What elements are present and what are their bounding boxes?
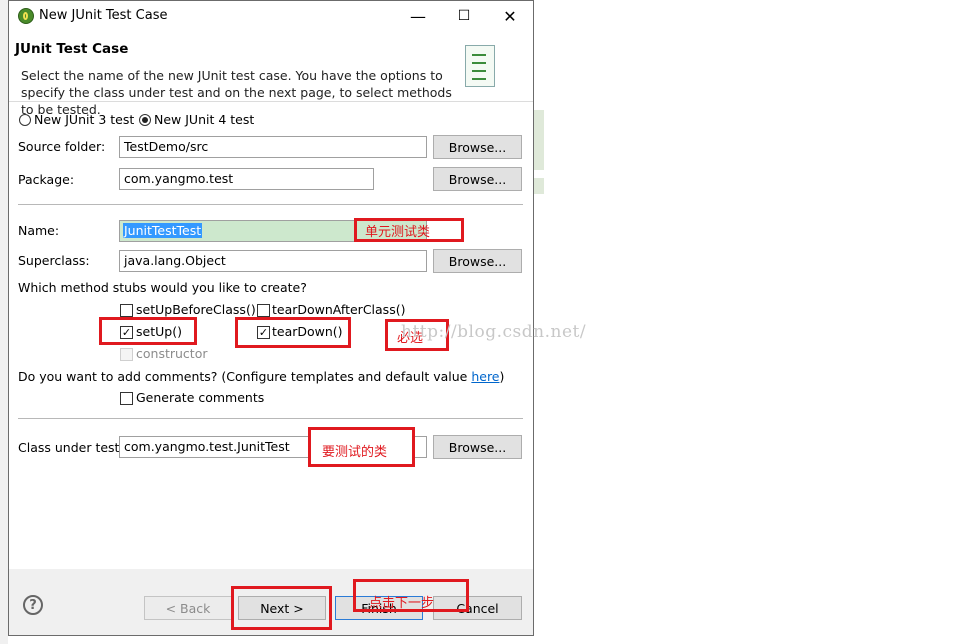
minimize-button[interactable]: — bbox=[395, 1, 441, 31]
class-under-test-label: Class under test: bbox=[18, 440, 124, 455]
annotation-box-teardown bbox=[235, 317, 351, 348]
superclass-input[interactable]: java.lang.Object bbox=[119, 250, 427, 272]
annotation-box-setup bbox=[99, 317, 197, 345]
annotation-unit-test-class: 单元测试类 bbox=[365, 225, 431, 240]
package-input[interactable]: com.yangmo.test bbox=[119, 168, 374, 190]
comments-question-text: Do you want to add comments? (Configure … bbox=[18, 369, 468, 384]
annotation-class-to-test: 要测试的类 bbox=[322, 445, 388, 460]
junit4-label[interactable]: New JUnit 4 test bbox=[154, 112, 254, 127]
wizard-footer: ? < Back Next > Finish Cancel 点击下一步 bbox=[9, 569, 533, 635]
constructor-label: constructor bbox=[136, 346, 208, 361]
source-folder-label: Source folder: bbox=[18, 139, 106, 154]
teardownafterclass-checkbox[interactable] bbox=[257, 304, 270, 317]
setupbeforeclass-checkbox[interactable] bbox=[120, 304, 133, 317]
class-under-test-browse-button[interactable]: Browse... bbox=[433, 435, 522, 459]
junit3-radio[interactable] bbox=[19, 114, 31, 126]
source-folder-browse-button[interactable]: Browse... bbox=[433, 135, 522, 159]
superclass-label: Superclass: bbox=[18, 253, 90, 268]
annotation-click-next: 点击下一步 bbox=[369, 596, 435, 611]
constructor-checkbox bbox=[120, 348, 133, 361]
superclass-browse-button[interactable]: Browse... bbox=[433, 249, 522, 273]
back-button: < Back bbox=[144, 596, 232, 620]
window-title: New JUnit Test Case bbox=[39, 8, 168, 23]
name-input-selected-text: JunitTestTest bbox=[123, 223, 203, 238]
configure-templates-link[interactable]: here bbox=[471, 369, 499, 384]
setupbeforeclass-label[interactable]: setUpBeforeClass() bbox=[136, 302, 256, 317]
generate-comments-checkbox[interactable] bbox=[120, 392, 133, 405]
eclipse-icon bbox=[18, 8, 34, 24]
title-bar: New JUnit Test Case — ☐ ✕ bbox=[9, 1, 533, 31]
source-folder-input[interactable]: TestDemo/src bbox=[119, 136, 427, 158]
ide-background-left bbox=[0, 0, 8, 644]
help-icon[interactable]: ? bbox=[23, 595, 43, 615]
package-label: Package: bbox=[18, 172, 75, 187]
comments-question: Do you want to add comments? (Configure … bbox=[18, 369, 504, 384]
generate-comments-label[interactable]: Generate comments bbox=[136, 390, 264, 405]
watermark: http://blog.csdn.net/ bbox=[401, 322, 587, 342]
banner-title: JUnit Test Case bbox=[15, 41, 129, 57]
wizard-banner: JUnit Test Case Select the name of the n… bbox=[9, 31, 533, 117]
stubs-question: Which method stubs would you like to cre… bbox=[18, 280, 307, 295]
comments-close-paren: ) bbox=[499, 369, 505, 384]
separator bbox=[18, 418, 523, 419]
annotation-box-next bbox=[231, 586, 332, 630]
close-button[interactable]: ✕ bbox=[487, 1, 533, 31]
junit-wizard-icon bbox=[465, 45, 495, 87]
junit3-label[interactable]: New JUnit 3 test bbox=[34, 112, 134, 127]
banner-description: Select the name of the new JUnit test ca… bbox=[21, 68, 452, 117]
separator bbox=[18, 204, 523, 205]
new-junit-test-case-dialog: New JUnit Test Case — ☐ ✕ JUnit Test Cas… bbox=[8, 0, 586, 636]
name-label: Name: bbox=[18, 223, 60, 238]
package-browse-button[interactable]: Browse... bbox=[433, 167, 522, 191]
maximize-button[interactable]: ☐ bbox=[441, 1, 487, 31]
junit4-radio[interactable] bbox=[139, 114, 151, 126]
teardownafterclass-label[interactable]: tearDownAfterClass() bbox=[272, 302, 405, 317]
